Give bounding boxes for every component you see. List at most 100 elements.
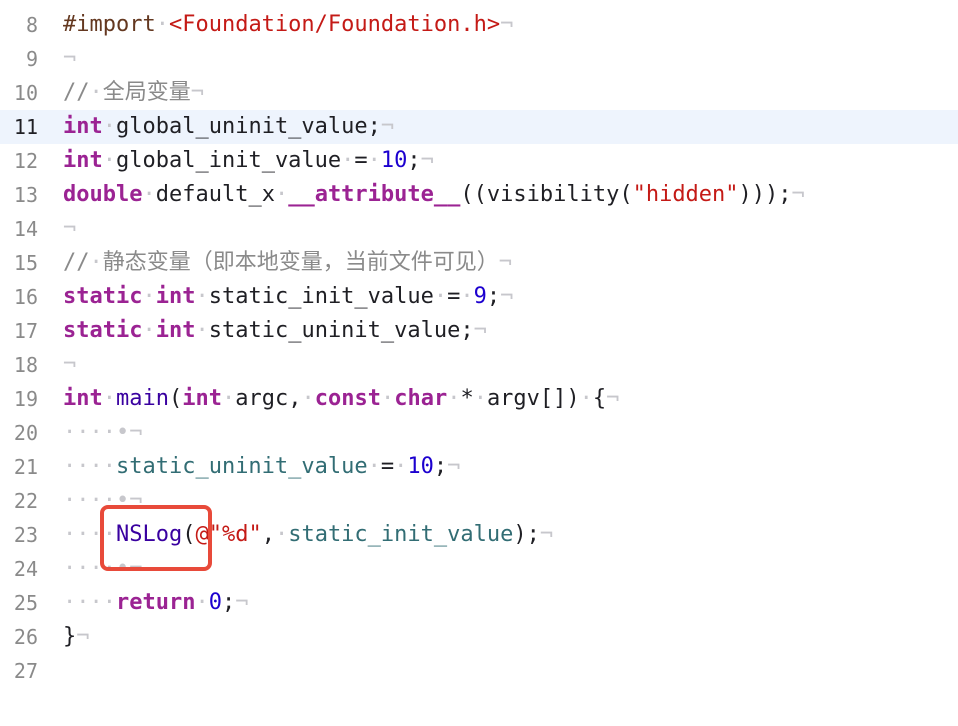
whitespace-marker: · bbox=[102, 148, 116, 173]
code-text: int·main(int·argc,·const·char·*·argv[])·… bbox=[63, 382, 619, 416]
line-number: 12 bbox=[13, 149, 38, 173]
code-line[interactable]: 12 int·global_init_value·=·10;¬ bbox=[0, 144, 958, 178]
line-number: 17 bbox=[13, 319, 38, 343]
code-text: ····•¬ bbox=[63, 416, 142, 450]
code-token: default_x bbox=[155, 182, 275, 207]
whitespace-marker: ¬ bbox=[500, 12, 514, 37]
whitespace-marker: ···· bbox=[63, 454, 116, 479]
code-token: 全局变量 bbox=[102, 80, 191, 105]
whitespace-marker: · bbox=[433, 284, 448, 309]
whitespace-marker: ¬ bbox=[380, 114, 395, 139]
line-number: 27 bbox=[13, 659, 38, 683]
code-line[interactable]: 17 static·int·static_uninit_value;¬ bbox=[0, 314, 958, 348]
code-line[interactable]: 26}¬ bbox=[0, 620, 958, 654]
whitespace-marker: ¬ bbox=[190, 80, 205, 105]
whitespace-marker: · bbox=[195, 318, 209, 343]
whitespace-marker: ¬ bbox=[420, 148, 434, 173]
code-text: ····return·0;¬ bbox=[63, 586, 248, 620]
whitespace-marker: · bbox=[142, 284, 156, 309]
whitespace-marker: · bbox=[394, 454, 408, 479]
whitespace-marker: ¬ bbox=[63, 46, 77, 71]
whitespace-marker: ¬ bbox=[235, 590, 249, 615]
whitespace-marker: ····•¬ bbox=[63, 420, 143, 445]
code-token: ; bbox=[407, 148, 421, 173]
whitespace-marker: ¬ bbox=[539, 522, 554, 547]
code-line[interactable]: 20 ····•¬ bbox=[0, 416, 958, 450]
code-token: ; bbox=[486, 284, 501, 309]
code-line[interactable]: 19 int·main(int·argc,·const·char·*·argv[]… bbox=[0, 382, 958, 416]
code-token: 静态变量（即本地变量，当前文件可见） bbox=[102, 250, 499, 275]
line-number: 11 bbox=[13, 115, 38, 139]
line-number: 13 bbox=[13, 183, 38, 207]
code-line[interactable]: 14 ¬ bbox=[0, 212, 958, 246]
whitespace-marker: ¬ bbox=[791, 182, 805, 207]
code-text: double·default_x·__attribute__((visibili… bbox=[63, 178, 805, 212]
code-text: //·静态变量（即本地变量，当前文件可见）¬ bbox=[63, 246, 512, 280]
code-line[interactable]: 8 #import·<Foundation/Foundation.h>¬ bbox=[0, 8, 958, 42]
code-token: static_init_value bbox=[288, 522, 514, 547]
whitespace-marker: ¬ bbox=[473, 318, 487, 343]
line-number: 15 bbox=[13, 251, 38, 275]
code-token: char bbox=[394, 386, 448, 411]
whitespace-marker: · bbox=[274, 182, 289, 207]
code-token: static_uninit_value; bbox=[208, 318, 474, 343]
code-token: static bbox=[63, 318, 143, 343]
line-number: 16 bbox=[13, 285, 38, 309]
whitespace-marker: ¬ bbox=[498, 250, 513, 275]
code-line[interactable]: 9 ¬ bbox=[0, 42, 958, 76]
code-editor[interactable]: 8 #import·<Foundation/Foundation.h>¬ 9 ¬ 10/… bbox=[0, 8, 958, 688]
whitespace-marker: · bbox=[380, 386, 395, 411]
code-line[interactable]: 16 static·int·static_init_value·=·9;¬ bbox=[0, 280, 958, 314]
code-text: static·int·static_init_value·=·9;¬ bbox=[63, 280, 513, 314]
code-token: static_uninit_value bbox=[115, 454, 368, 479]
line-number: 18 bbox=[13, 353, 38, 377]
code-token: 0 bbox=[208, 590, 222, 615]
code-token: = bbox=[447, 284, 461, 309]
code-line[interactable]: 13 double·default_x·__attribute__((visibi… bbox=[0, 178, 958, 212]
whitespace-marker: ¬ bbox=[63, 352, 77, 377]
code-line[interactable]: 27 bbox=[0, 654, 958, 688]
line-number: 24 bbox=[13, 557, 38, 581]
code-line[interactable]: 11 int·global_uninit_value;¬ bbox=[0, 110, 958, 144]
code-token: main bbox=[116, 386, 169, 411]
code-token: int bbox=[63, 114, 103, 139]
code-token: global_init_value bbox=[116, 148, 342, 173]
code-line[interactable]: 10 //·全局变量¬ bbox=[0, 76, 958, 110]
code-token: ; bbox=[221, 590, 236, 615]
whitespace-marker: ¬ bbox=[63, 216, 77, 241]
line-number: 20 bbox=[13, 421, 38, 445]
whitespace-marker: ¬ bbox=[500, 284, 514, 309]
code-line[interactable]: 18 ¬ bbox=[0, 348, 958, 382]
code-text: ¬ bbox=[63, 42, 76, 76]
code-token: // bbox=[63, 250, 90, 275]
nslog-highlight-box bbox=[100, 505, 212, 571]
code-token: int bbox=[155, 318, 196, 343]
code-token: ))); bbox=[738, 182, 792, 207]
code-token: ; bbox=[433, 454, 448, 479]
line-number: 21 bbox=[13, 455, 38, 479]
code-token: "hidden" bbox=[632, 182, 739, 207]
code-text: }¬ bbox=[63, 620, 90, 654]
code-line[interactable]: 21 ····static_uninit_value·=·10;¬ bbox=[0, 450, 958, 484]
whitespace-marker: · bbox=[473, 386, 487, 411]
code-token: ((visibility( bbox=[460, 182, 633, 207]
code-token: double bbox=[63, 182, 143, 207]
code-token: 9 bbox=[473, 284, 487, 309]
code-text: ····static_uninit_value·=·10;¬ bbox=[63, 450, 460, 484]
code-line[interactable]: 25 ····return·0;¬ bbox=[0, 586, 958, 620]
code-token: 10 bbox=[407, 454, 434, 479]
whitespace-marker: · bbox=[274, 522, 289, 547]
whitespace-marker: · bbox=[89, 80, 103, 105]
code-text: int·global_uninit_value;¬ bbox=[63, 110, 394, 144]
whitespace-marker: · bbox=[142, 182, 156, 207]
code-token: ( bbox=[168, 386, 183, 411]
line-number: 23 bbox=[13, 523, 38, 547]
code-token: argv[]) bbox=[486, 386, 580, 411]
code-text: ¬ bbox=[63, 348, 76, 382]
code-line[interactable]: 15 //·静态变量（即本地变量，当前文件可见）¬ bbox=[0, 246, 958, 280]
code-token: return bbox=[115, 590, 196, 615]
line-number: 9 bbox=[25, 47, 38, 71]
whitespace-marker: ¬ bbox=[76, 624, 90, 649]
line-number: 8 bbox=[25, 13, 38, 37]
line-number: 25 bbox=[13, 591, 38, 615]
